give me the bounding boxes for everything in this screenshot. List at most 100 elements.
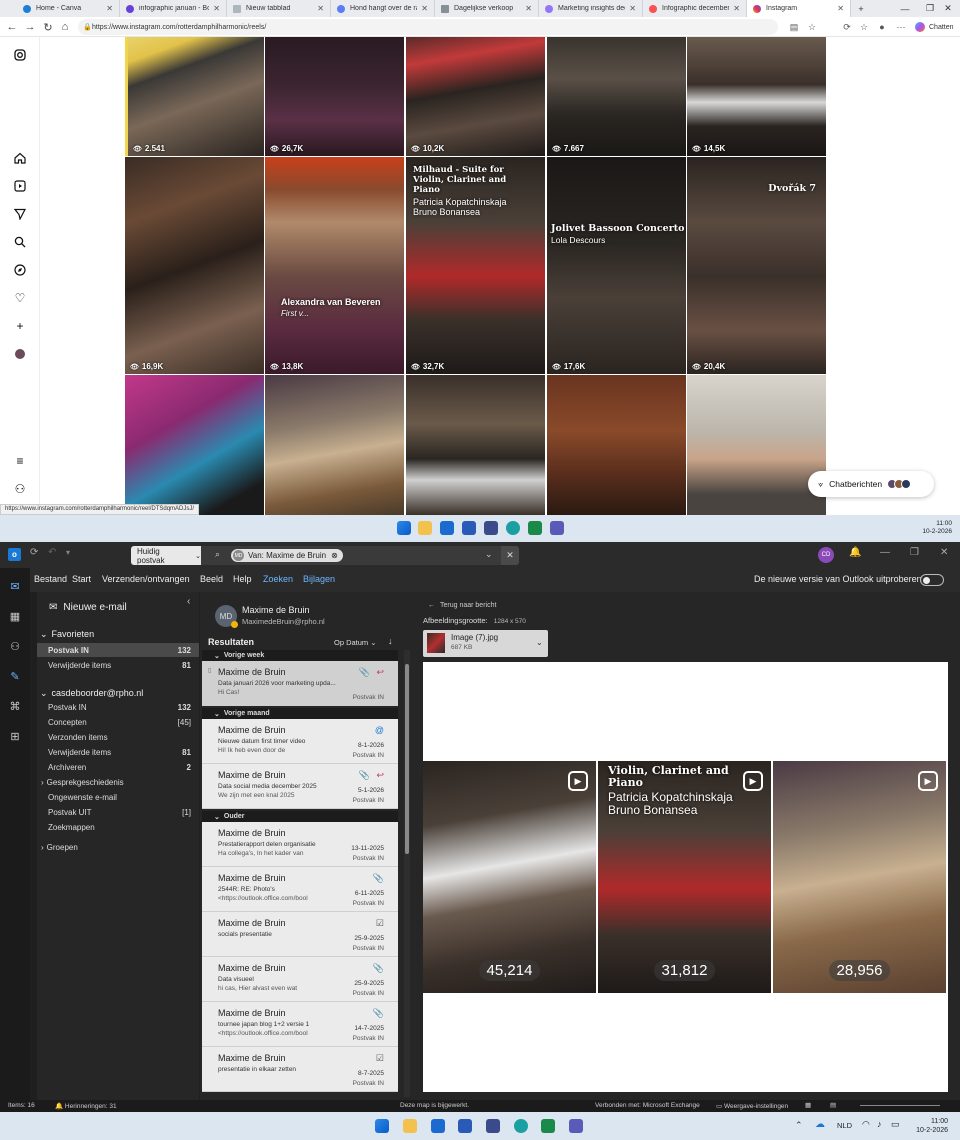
message-item[interactable]: Maxime de Bruin 2544R: RE: Photo's <http… — [202, 867, 398, 912]
sync-icon[interactable]: ⟳ — [30, 547, 38, 558]
message-item[interactable]: Maxime de Bruin tournee japan blog 1+2 v… — [202, 1002, 398, 1047]
new-tab-button[interactable]: + — [851, 0, 871, 17]
folder-ongewenste-email[interactable]: Ongewenste e-mail — [37, 790, 199, 804]
sort-direction-icon[interactable]: ↓ — [388, 636, 393, 646]
folder-groepen[interactable]: › Groepen — [37, 840, 199, 854]
menu-bijlagen[interactable]: Bijlagen — [303, 574, 335, 584]
search-box[interactable]: Huidig postvak ⌄ ⌕ MD Van: Maxime de Bruin… — [131, 546, 519, 565]
clock[interactable]: 11:00 10-2-2026 — [922, 520, 952, 536]
tab-canva-home[interactable]: Home - Canva ✕ — [17, 0, 120, 17]
reel-tile[interactable]: 👁 7.667 — [547, 37, 686, 156]
teams-icon[interactable] — [484, 521, 498, 535]
chevron-up-icon[interactable]: ⌃ — [795, 1120, 803, 1131]
clock[interactable]: 11:00 10-2-2026 — [916, 1117, 948, 1135]
reel-tile[interactable] — [547, 375, 686, 515]
close-tab-icon[interactable]: ✕ — [629, 4, 636, 13]
scrollbar-thumb[interactable] — [405, 664, 409, 854]
group-header[interactable]: ⌄ Vorige maand — [202, 708, 398, 719]
menu-beeld[interactable]: Beeld — [200, 574, 223, 584]
close-window-button[interactable]: ✕ — [936, 0, 960, 17]
tasks-icon[interactable]: ✎ — [7, 668, 23, 684]
back-to-message-link[interactable]: ← Terug naar bericht — [428, 602, 496, 609]
reel-tile[interactable]: 👁 2.541 — [125, 37, 264, 156]
chevron-down-icon[interactable]: ⌄ — [536, 638, 543, 647]
search-icon[interactable] — [12, 234, 28, 250]
chevron-down-icon[interactable]: ⌄ — [485, 549, 493, 560]
reel-tile[interactable]: Dvořák 7 👁 20,4K — [687, 157, 826, 374]
heart-icon[interactable]: ♡ — [12, 290, 28, 306]
folder-postvak-uit[interactable]: Postvak UIT [1] — [37, 805, 199, 819]
new-outlook-toggle[interactable] — [920, 574, 944, 586]
excel-icon[interactable] — [528, 521, 542, 535]
people-icon[interactable]: ⚇ — [7, 638, 23, 654]
volume-icon[interactable]: ♪ — [877, 1119, 882, 1129]
chat-button[interactable]: Chatten — [915, 19, 954, 35]
close-tab-icon[interactable]: ✕ — [525, 4, 532, 13]
reel-tile[interactable] — [265, 375, 404, 515]
file-explorer-icon[interactable] — [418, 521, 432, 535]
user-avatar[interactable]: CD — [818, 547, 834, 563]
mail-icon[interactable]: ✉ — [7, 578, 23, 594]
home-icon[interactable] — [12, 150, 28, 166]
apps-icon[interactable]: ⊞ — [7, 728, 23, 744]
home-icon[interactable]: ⌂ — [57, 19, 73, 35]
outlook-icon[interactable] — [440, 521, 454, 535]
tab-dagelijkse-verkoop[interactable]: Dagelijkse verkoop ✕ — [435, 0, 539, 17]
menu-start[interactable]: Start — [72, 574, 91, 584]
message-item[interactable]: Maxime de Bruin Data visueel hi cas, Hie… — [202, 957, 398, 1002]
reel-tile[interactable] — [687, 375, 826, 515]
wifi-icon[interactable]: ◠ — [862, 1119, 870, 1130]
close-tab-icon[interactable]: ✕ — [213, 4, 220, 13]
menu-verzenden[interactable]: Verzenden/ontvangen — [102, 574, 190, 584]
message-item[interactable]: Maxime de Bruin socials presentatie ☑ 25… — [202, 912, 398, 957]
meta-icon[interactable]: ⚇ — [12, 481, 28, 497]
favorites-bar-icon[interactable]: ☆ — [857, 20, 871, 34]
profile-avatar[interactable] — [12, 346, 28, 362]
account-header[interactable]: ⌄ casdeboorder@rpho.nl — [37, 686, 199, 700]
minimize-button[interactable]: — — [880, 547, 890, 558]
menu-zoeken[interactable]: Zoeken — [263, 574, 293, 584]
message-item[interactable]: Maxime de Bruin Nieuwe datum first timer… — [202, 719, 398, 764]
reel-tile[interactable] — [125, 375, 264, 515]
message-item[interactable]: ▯ Maxime de Bruin Data januari 2026 voor… — [202, 661, 398, 706]
reminders-button[interactable]: 🔔 Herinneringen: 31 — [55, 1102, 117, 1110]
group-header[interactable]: ⌄ Ouder — [202, 811, 398, 822]
close-search-button[interactable]: ✕ — [501, 546, 519, 565]
profile-icon[interactable]: ● — [875, 20, 889, 34]
close-tab-icon[interactable]: ✕ — [106, 4, 113, 13]
attachment-card[interactable]: Image (7).jpg 687 KB ⌄ — [423, 630, 548, 657]
message-item[interactable]: Maxime de Bruin Prestatierapport delen o… — [202, 822, 398, 867]
language-indicator[interactable]: NLD — [837, 1121, 852, 1130]
folder-verwijderde-items[interactable]: Verwijderde items 81 — [37, 745, 199, 759]
reel-tile[interactable]: 👁 14,5K — [687, 37, 826, 156]
reader-icon[interactable]: ▤ — [787, 20, 801, 34]
quick-access-icon[interactable]: ▾ — [66, 548, 70, 557]
maximize-button[interactable]: ❐ — [910, 547, 919, 558]
tab-infographic-januari[interactable]: infographic januari - Boekje✕ — [120, 0, 227, 17]
reel-tile[interactable] — [406, 375, 545, 515]
message-list-scrollbar[interactable] — [404, 650, 410, 1097]
teams-chat-icon[interactable] — [550, 521, 564, 535]
menu-help[interactable]: Help — [233, 574, 252, 584]
edge-icon[interactable] — [506, 521, 520, 535]
outlook-icon[interactable] — [431, 1119, 445, 1133]
folder-verzonden-items[interactable]: Verzonden items — [37, 730, 199, 744]
favorite-verwijderde-items[interactable]: Verwijderde items 81 — [37, 658, 199, 672]
battery-icon[interactable]: ▭ — [891, 1119, 900, 1130]
more-icon[interactable]: ⋯ — [894, 20, 908, 34]
close-tab-icon[interactable]: ✕ — [421, 4, 428, 13]
file-explorer-icon[interactable] — [403, 1119, 417, 1133]
message-item[interactable]: Maxime de Bruin Data social media decemb… — [202, 764, 398, 809]
tab-instagram[interactable]: Instagram ✕ — [747, 0, 851, 17]
favorites-header[interactable]: ⌄ Favorieten — [37, 627, 199, 641]
org-icon[interactable]: ⌘ — [7, 698, 23, 714]
close-tab-icon[interactable]: ✕ — [317, 4, 324, 13]
word-icon[interactable] — [458, 1119, 472, 1133]
chat-messages-button[interactable]: ⟇ Chatberichten — [808, 471, 934, 497]
folder-archiveren[interactable]: Archiveren 2 — [37, 760, 199, 774]
normal-view-icon[interactable]: ▦ — [805, 1101, 811, 1109]
new-mail-button[interactable]: ✉ Nieuwe e-mail — [49, 602, 127, 613]
folder-postvak-in[interactable]: Postvak IN 132 — [37, 700, 199, 714]
windows-start-icon[interactable] — [397, 521, 411, 535]
url-input[interactable]: 🔒 https://www.instagram.com/rotterdamphil… — [78, 19, 778, 35]
